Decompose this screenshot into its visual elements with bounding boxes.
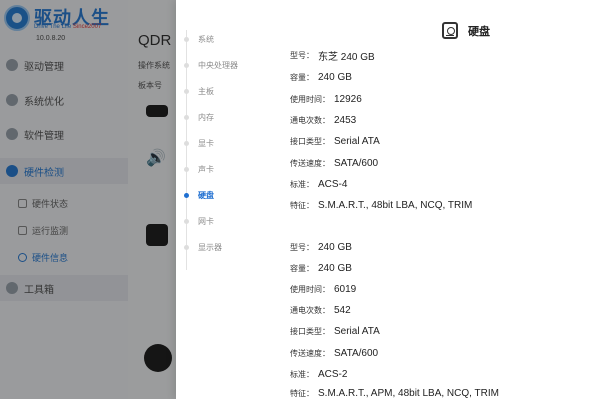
field-label: 使用时间： [290,94,330,104]
timeline-label: 系统 [198,34,214,44]
timeline-label: 网卡 [198,216,214,226]
disk1-usage-time-row: 使用时间： 12926 [290,91,362,107]
field-value: SATA/600 [334,157,379,169]
timeline-item-network-card[interactable]: 网卡 [176,213,286,229]
timeline-dot [184,36,189,42]
section-header: 硬盘 [442,22,490,39]
field-label: 容量： [290,263,314,273]
disk2-model-row: 型号： 240 GB [290,239,352,255]
field-label: 特征： [290,200,314,210]
field-label: 接口类型： [290,326,330,336]
field-value: 2453 [334,114,357,126]
timeline-dot [184,62,189,68]
field-value: 240 GB [318,262,352,274]
timeline-dot [184,166,189,172]
field-label: 特征： [290,388,314,398]
timeline-label: 主板 [198,86,214,96]
disk2-usage-time-row: 使用时间： 6019 [290,281,356,297]
disk1-transfer-speed-row: 传送速度： SATA/600 [290,155,378,171]
field-value: 12926 [334,93,362,105]
field-value: S.M.A.R.T., 48bit LBA, NCQ, TRIM [318,199,473,211]
timeline-item-monitor[interactable]: 显示器 [176,239,286,255]
field-value: 东芝 240 GB [318,51,375,63]
disk1-interface-row: 接口类型： Serial ATA [290,133,380,149]
field-label: 标准： [290,369,314,379]
timeline-dot [184,244,189,250]
section-title: 硬盘 [468,25,490,38]
timeline-dot [184,88,189,94]
timeline-label: 显卡 [198,138,214,148]
disk1-features-row: 特征： S.M.A.R.T., 48bit LBA, NCQ, TRIM [290,197,472,213]
timeline-dot [184,218,189,224]
hard-disk-icon [442,22,458,39]
timeline-label: 显示器 [198,242,222,252]
timeline-item-cpu[interactable]: 中央处理器 [176,57,286,73]
disk2-standard-row: 标准： ACS-2 [290,366,347,382]
disk2-transfer-speed-row: 传送速度： SATA/600 [290,345,378,361]
field-value: Serial ATA [334,135,380,147]
hardware-detail-panel: 系统 中央处理器 主板 内存 显卡 声卡 硬盘 网卡 显示器 硬盘 型号： 东芝… [176,0,600,399]
disk2-features-row: 特征： S.M.A.R.T., APM, 48bit LBA, NCQ, TRI… [290,385,499,399]
field-label: 通电次数： [290,115,330,125]
disk1-standard-row: 标准： ACS-4 [290,176,347,192]
timeline-label: 内存 [198,112,214,122]
field-label: 通电次数： [290,305,330,315]
timeline-label: 声卡 [198,164,214,174]
field-value: 542 [334,304,351,316]
field-value: ACS-2 [318,368,348,380]
timeline-item-graphics-card[interactable]: 显卡 [176,135,286,151]
disk2-power-count-row: 通电次数： 542 [290,302,351,318]
field-value: Serial ATA [334,325,380,337]
field-value: 6019 [334,283,357,295]
field-value: S.M.A.R.T., APM, 48bit LBA, NCQ, TRIM [318,387,499,399]
timeline-label: 中央处理器 [198,60,238,70]
disk2-capacity-row: 容量： 240 GB [290,260,352,276]
field-label: 标准： [290,179,314,189]
disk1-capacity-row: 容量： 240 GB [290,69,352,85]
timeline-item-hard-disk[interactable]: 硬盘 [176,187,286,203]
disk2-interface-row: 接口类型： Serial ATA [290,323,380,339]
field-value: 240 GB [318,71,352,83]
timeline-item-motherboard[interactable]: 主板 [176,83,286,99]
field-value: 240 GB [318,241,352,253]
field-label: 传送速度： [290,158,330,168]
timeline-label: 硬盘 [198,190,214,200]
field-value: SATA/600 [334,347,379,359]
disk1-model-row: 型号： 东芝 240 GB [290,47,375,63]
field-label: 接口类型： [290,136,330,146]
timeline-dot [184,140,189,146]
timeline-item-sound-card[interactable]: 声卡 [176,161,286,177]
timeline-dot [184,114,189,120]
timeline-item-memory[interactable]: 内存 [176,109,286,125]
disk1-power-count-row: 通电次数： 2453 [290,112,356,128]
field-value: ACS-4 [318,178,348,190]
timeline-dot [184,192,189,198]
field-label: 型号： [290,50,314,60]
field-label: 传送速度： [290,348,330,358]
field-label: 型号： [290,242,314,252]
field-label: 容量： [290,72,314,82]
field-label: 使用时间： [290,284,330,294]
timeline-item-system[interactable]: 系统 [176,31,286,47]
